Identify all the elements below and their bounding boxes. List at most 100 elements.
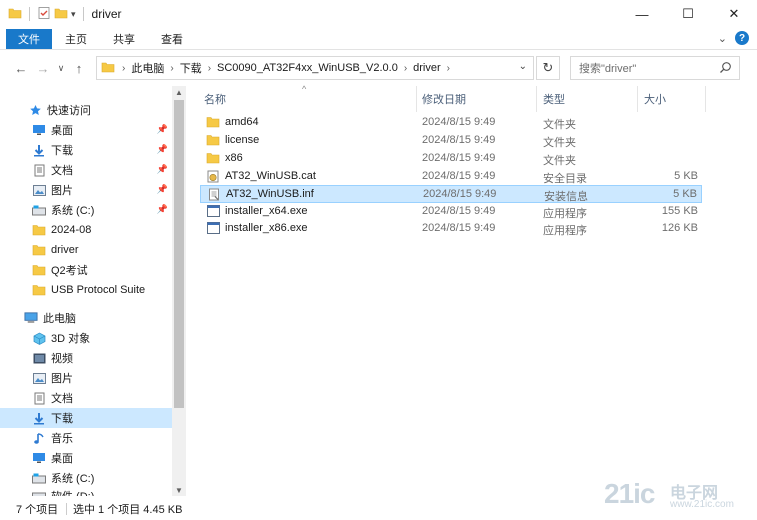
folder-icon	[206, 115, 220, 129]
watermark-text: 21ic	[604, 478, 655, 509]
file-type: 文件夹	[543, 155, 576, 167]
search-placeholder: 搜索"driver"	[579, 63, 637, 75]
column-header-size[interactable]: 大小	[644, 86, 666, 112]
file-date: 2024/8/15 9:49	[422, 222, 496, 234]
sidebar-item-software-d[interactable]: 软件 (D:)	[0, 488, 172, 496]
star-icon	[28, 103, 42, 117]
desktop-icon	[32, 123, 46, 137]
file-row[interactable]: x86 2024/8/15 9:49 文件夹	[200, 150, 702, 168]
folder-icon	[32, 243, 46, 257]
sidebar-item-label: 下载	[51, 413, 73, 425]
back-button[interactable]: ←	[10, 56, 32, 80]
breadcrumb-package[interactable]: SC0090_AT32F4xx_WinUSB_V2.0.0	[217, 62, 398, 74]
sidebar-item-2024-08[interactable]: 2024-08	[0, 220, 172, 240]
file-row[interactable]: license 2024/8/15 9:49 文件夹	[200, 132, 702, 150]
sidebar-item-label: 下载	[51, 145, 73, 157]
scroll-down-icon[interactable]: ▼	[172, 484, 186, 496]
sidebar-item-videos[interactable]: 视频	[0, 348, 172, 368]
help-icon[interactable]: ?	[735, 31, 749, 45]
sidebar-item-system-c[interactable]: 系统 (C:) 📌	[0, 200, 172, 220]
sidebar-item-driver[interactable]: driver	[0, 240, 172, 260]
scroll-up-icon[interactable]: ▲	[172, 86, 186, 98]
file-row[interactable]: installer_x64.exe 2024/8/15 9:49 应用程序 15…	[200, 203, 702, 221]
sidebar-item-3d-objects[interactable]: 3D 对象	[0, 328, 172, 348]
documents-icon	[32, 391, 46, 405]
tab-share[interactable]: 共享	[100, 29, 148, 49]
sidebar-item-label: 快速访问	[47, 105, 91, 117]
breadcrumb-separator-icon[interactable]: ›	[447, 63, 450, 74]
navigation-bar: ← → ∨ ↑ › 此电脑 › 下载 › SC0090_AT32F4xx_Win…	[0, 54, 757, 82]
breadcrumb-separator-icon[interactable]: ›	[404, 63, 407, 74]
up-button[interactable]: ↑	[68, 56, 90, 80]
file-type: 文件夹	[543, 137, 576, 149]
breadcrumb-downloads[interactable]: 下载	[180, 60, 202, 76]
file-size: 5 KB	[673, 188, 697, 200]
file-name-cell: x86	[206, 151, 243, 165]
status-divider	[66, 503, 67, 515]
tab-file[interactable]: 文件	[6, 28, 52, 49]
column-divider[interactable]	[637, 86, 638, 112]
close-button[interactable]: ✕	[711, 0, 757, 28]
column-header-name[interactable]: 名称	[204, 86, 226, 112]
minimize-button[interactable]: —	[619, 0, 665, 28]
folder-icon	[32, 263, 46, 277]
breadcrumb-separator-icon[interactable]: ›	[122, 63, 125, 74]
forward-button[interactable]: →	[32, 56, 54, 80]
sidebar-item-documents-pc[interactable]: 文档	[0, 388, 172, 408]
recent-locations-button[interactable]: ∨	[54, 56, 68, 80]
file-row[interactable]: AT32_WinUSB.cat 2024/8/15 9:49 安全目录 5 KB	[200, 168, 702, 186]
sidebar-item-pictures[interactable]: 图片 📌	[0, 180, 172, 200]
download-icon	[32, 411, 46, 425]
sidebar-item-label: 软件 (D:)	[51, 488, 94, 496]
sidebar-item-q2-exam[interactable]: Q2考试	[0, 260, 172, 280]
breadcrumb-separator-icon[interactable]: ›	[208, 63, 211, 74]
search-icon[interactable]	[719, 61, 732, 77]
sidebar-item-downloads[interactable]: 下载 📌	[0, 140, 172, 160]
column-divider[interactable]	[536, 86, 537, 112]
file-row[interactable]: installer_x86.exe 2024/8/15 9:49 应用程序 12…	[200, 220, 702, 238]
file-row[interactable]: amd64 2024/8/15 9:49 文件夹	[200, 114, 702, 132]
sidebar-item-music[interactable]: 音乐	[0, 428, 172, 448]
sidebar-item-documents[interactable]: 文档 📌	[0, 160, 172, 180]
expand-ribbon-icon[interactable]: ⌄	[718, 32, 727, 45]
column-header-type[interactable]: 类型	[543, 86, 565, 112]
properties-icon[interactable]	[37, 6, 51, 23]
column-divider[interactable]	[705, 86, 706, 112]
sort-ascending-icon: ^	[302, 84, 307, 94]
sidebar-this-pc[interactable]: 此电脑	[0, 308, 172, 328]
file-date: 2024/8/15 9:49	[422, 170, 496, 182]
new-folder-icon[interactable]	[54, 6, 68, 23]
sidebar-item-usb-protocol-suite[interactable]: USB Protocol Suite	[0, 280, 172, 300]
file-name: license	[225, 134, 260, 146]
computer-icon	[24, 311, 38, 325]
tab-home[interactable]: 主页	[52, 29, 100, 49]
address-bar[interactable]: › 此电脑 › 下载 › SC0090_AT32F4xx_WinUSB_V2.0…	[96, 56, 534, 80]
tab-view[interactable]: 查看	[148, 29, 196, 49]
sidebar-item-desktop[interactable]: 桌面 📌	[0, 120, 172, 140]
breadcrumb-driver[interactable]: driver	[413, 62, 441, 74]
sidebar-item-desktop-pc[interactable]: 桌面	[0, 448, 172, 468]
sidebar-item-pictures-pc[interactable]: 图片	[0, 368, 172, 388]
scrollbar-thumb[interactable]	[174, 100, 184, 408]
breadcrumb-separator-icon[interactable]: ›	[170, 63, 173, 74]
refresh-button[interactable]: ↻	[536, 56, 560, 80]
toolbar-divider	[29, 7, 30, 21]
file-size: 126 KB	[661, 222, 698, 234]
sidebar-scrollbar[interactable]: ▲ ▼	[172, 86, 186, 496]
sidebar-quick-access[interactable]: 快速访问	[0, 100, 172, 120]
customize-toolbar-icon[interactable]: ▾	[71, 9, 76, 20]
sidebar-item-system-c-pc[interactable]: 系统 (C:)	[0, 468, 172, 488]
folder-icon	[8, 6, 22, 23]
address-dropdown-icon[interactable]: ⌄	[519, 61, 527, 72]
pin-icon: 📌	[156, 204, 168, 214]
desktop-icon	[32, 451, 46, 465]
sidebar-item-downloads-pc[interactable]: 下载	[0, 408, 172, 428]
file-row-selected[interactable]: AT32_WinUSB.inf 2024/8/15 9:49 安装信息 5 KB	[200, 185, 702, 203]
toolbar-divider	[82, 7, 84, 21]
search-input[interactable]: 搜索"driver"	[570, 56, 740, 80]
column-header-date[interactable]: 修改日期	[422, 86, 466, 112]
maximize-button[interactable]: ☐	[665, 0, 711, 28]
breadcrumb-this-pc[interactable]: 此电脑	[131, 60, 164, 76]
sidebar-item-label: 文档	[51, 393, 73, 405]
column-divider[interactable]	[416, 86, 417, 112]
